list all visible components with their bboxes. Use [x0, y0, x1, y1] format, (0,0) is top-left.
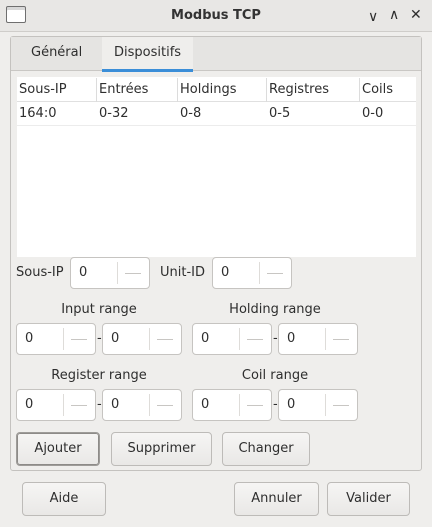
range-separator: - — [97, 331, 102, 346]
ok-button[interactable]: Valider — [327, 482, 410, 516]
range-separator: - — [97, 397, 102, 412]
unit-id-value[interactable]: 0 — [221, 265, 229, 280]
spin-divider — [117, 262, 118, 284]
tab-general[interactable]: Général — [19, 37, 94, 71]
column-header-registres[interactable]: Registres — [267, 78, 360, 102]
devices-table[interactable]: Sous-IP Entrées Holdings Registres Coils… — [17, 77, 416, 257]
register-to-spinbox[interactable]: 0 — [102, 389, 182, 421]
cell-registres: 0-5 — [269, 106, 291, 121]
input-to-value[interactable]: 0 — [111, 331, 119, 346]
cell-coils: 0-0 — [362, 106, 384, 121]
register-from-spinbox[interactable]: 0 — [16, 389, 96, 421]
holding-from-spinbox[interactable]: 0 — [192, 323, 272, 355]
decrement-icon[interactable] — [333, 405, 349, 406]
decrement-icon[interactable] — [71, 405, 87, 406]
change-button[interactable]: Changer — [222, 432, 310, 466]
unit-id-label: Unit-ID — [160, 265, 205, 280]
unit-id-spinbox[interactable]: 0 — [212, 257, 292, 289]
column-header-sous-ip[interactable]: Sous-IP — [17, 78, 97, 102]
minimize-icon[interactable]: ∨ — [368, 9, 378, 25]
title-bar: Modbus TCP ∨ ∧ ✕ — [0, 0, 432, 32]
spin-divider — [239, 394, 240, 416]
close-icon[interactable]: ✕ — [410, 7, 422, 23]
spin-divider — [325, 328, 326, 350]
register-range-label: Register range — [51, 368, 147, 383]
range-separator: - — [273, 397, 278, 412]
input-to-spinbox[interactable]: 0 — [102, 323, 182, 355]
coil-from-value[interactable]: 0 — [201, 397, 209, 412]
input-from-value[interactable]: 0 — [25, 331, 33, 346]
input-range-label: Input range — [61, 302, 137, 317]
cancel-button[interactable]: Annuler — [234, 482, 319, 516]
column-header-coils[interactable]: Coils — [360, 78, 416, 102]
decrement-icon[interactable] — [157, 405, 173, 406]
decrement-icon[interactable] — [333, 339, 349, 340]
sous-ip-label: Sous-IP — [16, 265, 64, 280]
coil-from-spinbox[interactable]: 0 — [192, 389, 272, 421]
coil-range-label: Coil range — [241, 368, 309, 383]
sous-ip-spinbox[interactable]: 0 — [70, 257, 150, 289]
tab-dispositifs[interactable]: Dispositifs — [102, 37, 194, 72]
input-from-spinbox[interactable]: 0 — [16, 323, 96, 355]
maximize-icon[interactable]: ∧ — [389, 7, 399, 23]
spin-divider — [239, 328, 240, 350]
holding-range-label: Holding range — [229, 302, 321, 317]
decrement-icon[interactable] — [157, 339, 173, 340]
cell-holdings: 0-8 — [180, 106, 202, 121]
holding-to-value[interactable]: 0 — [287, 331, 295, 346]
spin-divider — [149, 328, 150, 350]
coil-to-value[interactable]: 0 — [287, 397, 295, 412]
register-from-value[interactable]: 0 — [25, 397, 33, 412]
column-header-entrees[interactable]: Entrées — [97, 78, 178, 102]
decrement-icon[interactable] — [71, 339, 87, 340]
delete-button[interactable]: Supprimer — [111, 432, 212, 466]
decrement-icon[interactable] — [247, 405, 263, 406]
coil-to-spinbox[interactable]: 0 — [278, 389, 358, 421]
cell-entrees: 0-32 — [99, 106, 129, 121]
range-separator: - — [273, 331, 278, 346]
spin-divider — [149, 394, 150, 416]
holding-to-spinbox[interactable]: 0 — [278, 323, 358, 355]
column-header-holdings[interactable]: Holdings — [178, 78, 267, 102]
help-button[interactable]: Aide — [22, 482, 106, 516]
decrement-icon[interactable] — [125, 273, 141, 274]
decrement-icon[interactable] — [247, 339, 263, 340]
spin-divider — [63, 328, 64, 350]
register-to-value[interactable]: 0 — [111, 397, 119, 412]
spin-divider — [259, 262, 260, 284]
tab-bar: Général Dispositifs — [11, 37, 421, 72]
table-header: Sous-IP Entrées Holdings Registres Coils — [17, 78, 416, 102]
sous-ip-value[interactable]: 0 — [79, 265, 87, 280]
add-button[interactable]: Ajouter — [16, 432, 100, 466]
decrement-icon[interactable] — [267, 273, 283, 274]
spin-divider — [63, 394, 64, 416]
cell-sous-ip: 164:0 — [19, 106, 57, 121]
spin-divider — [325, 394, 326, 416]
holding-from-value[interactable]: 0 — [201, 331, 209, 346]
table-row[interactable]: 164:0 0-32 0-8 0-5 0-0 — [17, 102, 416, 126]
